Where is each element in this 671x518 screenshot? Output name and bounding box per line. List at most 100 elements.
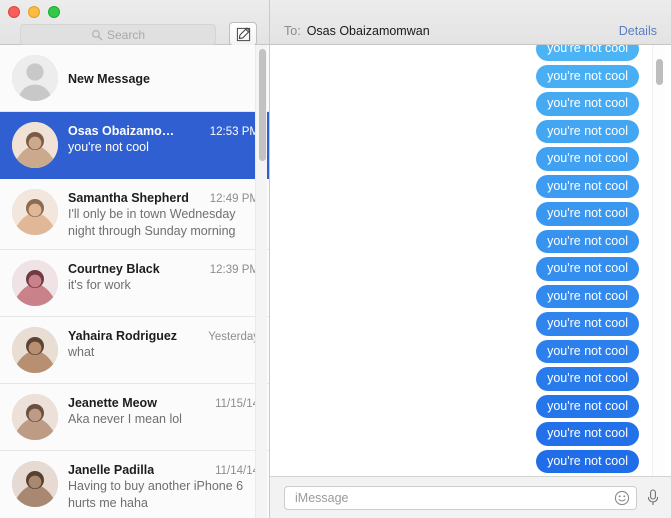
conversation-header-row: Courtney Black 12:39 PM xyxy=(68,262,259,276)
conversation-time: Yesterday xyxy=(208,331,259,343)
conversation-preview: I'll only be in town Wednesday night thr… xyxy=(68,207,236,238)
zoom-button[interactable] xyxy=(48,6,60,18)
avatar-photo xyxy=(12,122,58,168)
avatar xyxy=(12,394,58,440)
conversation-row[interactable]: Osas Obaizamo… 12:53 PM you're not cool xyxy=(0,112,269,179)
conversation-body: New Message xyxy=(68,70,259,86)
search-placeholder: Search xyxy=(106,27,146,42)
sidebar-scrollbar-thumb[interactable] xyxy=(259,49,266,161)
conversation-time: 11/14/14 xyxy=(215,465,259,477)
conversation-name: Osas Obaizamo… xyxy=(68,124,175,138)
conversation-row[interactable]: Yahaira Rodriguez Yesterday what xyxy=(0,317,269,384)
recipient-name[interactable]: Osas Obaizamomwan xyxy=(307,24,430,38)
conversation-time: 11/15/14 xyxy=(215,398,259,410)
conversation-time: 12:53 PM xyxy=(209,126,259,138)
conversation-time: 12:39 PM xyxy=(209,264,259,276)
conversation-name: Yahaira Rodriguez xyxy=(68,329,178,343)
message-bubble[interactable]: you're not cool xyxy=(536,449,639,473)
conversation-header-row: Janelle Padilla 11/14/14 xyxy=(68,463,259,477)
search-input[interactable]: Search xyxy=(20,24,216,45)
conversation-list: New Message Osas Obaizamo… 12:53 PM you're … xyxy=(0,45,269,518)
message-input[interactable]: iMessage xyxy=(284,485,637,510)
conversation-row[interactable]: Janelle Padilla 11/14/14 Having to buy ano… xyxy=(0,451,269,518)
avatar-photo xyxy=(12,260,58,306)
traffic-lights xyxy=(8,6,60,18)
conversation-preview: what xyxy=(68,345,95,359)
message-placeholder: iMessage xyxy=(295,490,349,505)
message-bubble[interactable]: you're not cool xyxy=(536,119,639,143)
conversation-body: Samantha Shepherd 12:49 PM I'll only be in… xyxy=(68,189,259,239)
avatar-placeholder-icon xyxy=(12,55,58,101)
message-bubble[interactable]: you're not cool xyxy=(536,147,639,171)
message-bubble[interactable]: you're not cool xyxy=(536,312,639,336)
thread-scrollbar-track[interactable] xyxy=(652,45,665,476)
composer-bar: iMessage xyxy=(270,476,671,518)
message-bubble[interactable]: you're not cool xyxy=(536,64,639,88)
message-bubble[interactable]: you're not cool xyxy=(536,339,639,363)
sidebar-scrollbar-track[interactable] xyxy=(255,45,267,518)
conversation-sidebar[interactable]: New Message Osas Obaizamo… 12:53 PM you're … xyxy=(0,45,270,518)
conversation-preview: Aka never I mean lol xyxy=(68,412,182,426)
avatar xyxy=(12,461,58,507)
compose-icon xyxy=(236,27,250,41)
message-bubble-list: you're not cool you're not cool you're not… xyxy=(270,45,641,476)
conversation-row[interactable]: Jeanette Meow 11/15/14 Aka never I mean lo… xyxy=(0,384,269,451)
thread-header: To: Osas Obaizamomwan Details xyxy=(270,0,671,44)
conversation-header-row: New Message xyxy=(68,72,259,86)
titlebar-left: Search xyxy=(0,0,270,46)
minimize-button[interactable] xyxy=(28,6,40,18)
conversation-preview: it's for work xyxy=(68,278,131,292)
conversation-body: Janelle Padilla 11/14/14 Having to buy ano… xyxy=(68,461,259,511)
conversation-name: Jeanette Meow xyxy=(68,396,157,410)
conversation-header-row: Yahaira Rodriguez Yesterday xyxy=(68,329,259,343)
avatar-photo xyxy=(12,189,58,235)
message-bubble[interactable]: you're not cool xyxy=(536,394,639,418)
avatar-photo xyxy=(12,394,58,440)
avatar xyxy=(12,122,58,168)
conversation-name: New Message xyxy=(68,72,150,86)
avatar-photo xyxy=(12,327,58,373)
search-icon xyxy=(92,29,103,40)
message-bubble[interactable]: you're not cool xyxy=(536,284,639,308)
conversation-body: Courtney Black 12:39 PM it's for work xyxy=(68,260,259,294)
message-bubble[interactable]: you're not cool xyxy=(536,174,639,198)
conversation-header-row: Samantha Shepherd 12:49 PM xyxy=(68,191,259,205)
avatar xyxy=(12,260,58,306)
avatar xyxy=(12,327,58,373)
conversation-time: 12:49 PM xyxy=(209,193,259,205)
message-bubble[interactable]: you're not cool xyxy=(536,367,639,391)
conversation-row[interactable]: Samantha Shepherd 12:49 PM I'll only be in… xyxy=(0,179,269,250)
conversation-header-row: Osas Obaizamo… 12:53 PM xyxy=(68,124,259,138)
conversation-name: Courtney Black xyxy=(68,262,160,276)
conversation-preview: Having to buy another iPhone 6 hurts me … xyxy=(68,479,244,510)
conversation-name: Janelle Padilla xyxy=(68,463,155,477)
conversation-body: Jeanette Meow 11/15/14 Aka never I mean lo… xyxy=(68,394,259,428)
conversation-row[interactable]: New Message xyxy=(0,45,269,112)
message-bubble[interactable]: you're not cool xyxy=(536,229,639,253)
compose-button[interactable] xyxy=(229,22,257,46)
conversation-row[interactable]: Courtney Black 12:39 PM it's for work xyxy=(0,250,269,317)
close-button[interactable] xyxy=(8,6,20,18)
details-button[interactable]: Details xyxy=(619,24,657,38)
conversation-header-row: Jeanette Meow 11/15/14 xyxy=(68,396,259,410)
recipient-line: To: Osas Obaizamomwan xyxy=(284,24,430,38)
thread-pane: you're not cool you're not cool you're not… xyxy=(270,45,671,518)
titlebar: Search To: Osas Obaizamomwan Details xyxy=(0,0,671,46)
message-bubble[interactable]: you're not cool xyxy=(536,422,639,446)
conversation-name: Samantha Shepherd xyxy=(68,191,189,205)
thread-scrollbar-thumb[interactable] xyxy=(656,59,663,85)
message-bubble[interactable]: you're not cool xyxy=(536,257,639,281)
message-bubble[interactable]: you're not cool xyxy=(536,202,639,226)
avatar-photo xyxy=(12,461,58,507)
message-bubble[interactable]: you're not cool xyxy=(536,92,639,116)
avatar xyxy=(12,189,58,235)
microphone-icon[interactable] xyxy=(645,488,661,508)
main-body: New Message Osas Obaizamo… 12:53 PM you're … xyxy=(0,45,671,518)
message-thread[interactable]: you're not cool you're not cool you're not… xyxy=(270,45,671,476)
smiley-icon[interactable] xyxy=(614,490,630,506)
avatar xyxy=(12,55,58,101)
message-bubble[interactable]: you're not cool xyxy=(536,45,639,61)
messages-window: Search To: Osas Obaizamomwan Details New… xyxy=(0,0,671,518)
to-label: To: xyxy=(284,24,301,38)
conversation-body: Osas Obaizamo… 12:53 PM you're not cool xyxy=(68,122,259,156)
